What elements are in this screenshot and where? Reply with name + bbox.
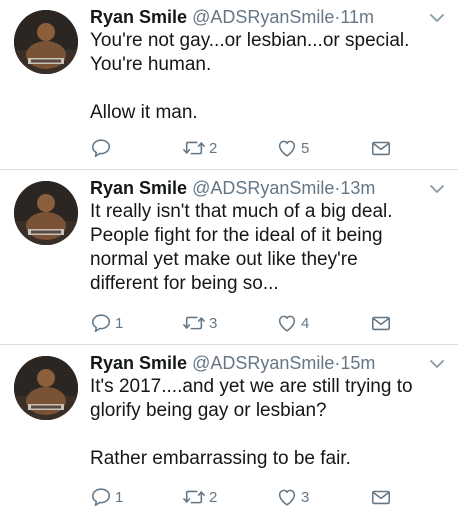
reply-count: 1 <box>115 488 124 506</box>
like-count: 3 <box>301 488 310 506</box>
tweet-text: It's 2017....and yet we are still trying… <box>90 375 446 471</box>
like-count: 4 <box>301 314 310 332</box>
retweet-button[interactable]: 2 <box>182 135 217 161</box>
avatar[interactable] <box>14 181 78 245</box>
envelope-icon <box>371 490 391 505</box>
chevron-down-icon[interactable] <box>429 358 445 370</box>
user-handle[interactable]: @ADSRyanSmile <box>192 178 334 198</box>
tweet[interactable]: Ryan Smile @ADSRyanSmile·11m You're not … <box>0 0 458 170</box>
like-button[interactable]: 4 <box>276 310 309 336</box>
timestamp[interactable]: 13m <box>340 178 375 198</box>
tweet-text: It really isn't that much of a big deal.… <box>90 200 446 296</box>
direct-message-button[interactable] <box>370 135 392 161</box>
tweet-header: Ryan Smile @ADSRyanSmile·13m <box>90 176 375 200</box>
reply-icon <box>91 488 111 507</box>
tweet-line: It's 2017....and yet we are still trying… <box>90 376 413 397</box>
display-name[interactable]: Ryan Smile <box>90 178 187 198</box>
avatar-image <box>14 181 78 245</box>
tweet-line: It really isn't that much of a big deal. <box>90 201 393 222</box>
user-handle[interactable]: @ADSRyanSmile <box>192 353 334 373</box>
tweet-text: You're not gay...or lesbian...or special… <box>90 29 446 125</box>
avatar-image <box>14 10 78 74</box>
envelope-icon <box>371 141 391 156</box>
tweet-line: Rather embarrassing to be fair. <box>90 448 351 469</box>
chevron-down-icon[interactable] <box>429 183 445 195</box>
envelope-icon <box>371 316 391 331</box>
tweet-header: Ryan Smile @ADSRyanSmile·11m <box>90 5 374 29</box>
tweet-line: You're human. <box>90 54 212 75</box>
tweet-line: glorify being gay or lesbian? <box>90 400 327 421</box>
retweet-icon <box>183 316 205 330</box>
like-button[interactable]: 5 <box>276 135 309 161</box>
tweet-line: People fight for the ideal of it being <box>90 225 383 246</box>
retweet-icon <box>183 141 205 155</box>
user-handle[interactable]: @ADSRyanSmile <box>192 7 334 27</box>
tweet-line: You're not gay...or lesbian...or special… <box>90 30 410 51</box>
tweet-actions: 2 5 <box>90 135 400 161</box>
tweet[interactable]: Ryan Smile @ADSRyanSmile·13m It really i… <box>0 171 458 345</box>
retweet-count: 2 <box>209 139 218 157</box>
tweet-actions: 1 2 3 <box>90 484 400 510</box>
reply-button[interactable]: 1 <box>90 310 123 336</box>
direct-message-button[interactable] <box>370 310 392 336</box>
heart-icon <box>278 489 296 506</box>
display-name[interactable]: Ryan Smile <box>90 7 187 27</box>
reply-count: 1 <box>115 314 124 332</box>
retweet-icon <box>183 490 205 504</box>
avatar-image <box>14 356 78 420</box>
retweet-button[interactable]: 2 <box>182 484 217 510</box>
like-count: 5 <box>301 139 310 157</box>
retweet-button[interactable]: 3 <box>182 310 217 336</box>
chevron-down-icon[interactable] <box>429 12 445 24</box>
tweet-line: different for being so... <box>90 273 279 294</box>
tweet[interactable]: Ryan Smile @ADSRyanSmile·15m It's 2017..… <box>0 346 458 512</box>
timestamp[interactable]: 11m <box>340 7 374 27</box>
reply-icon <box>91 139 111 158</box>
direct-message-button[interactable] <box>370 484 392 510</box>
tweet-header: Ryan Smile @ADSRyanSmile·15m <box>90 351 375 375</box>
retweet-count: 3 <box>209 314 218 332</box>
tweet-actions: 1 3 4 <box>90 310 400 336</box>
retweet-count: 2 <box>209 488 218 506</box>
avatar[interactable] <box>14 356 78 420</box>
timestamp[interactable]: 15m <box>340 353 375 373</box>
reply-icon <box>91 314 111 333</box>
tweet-line: normal yet make out like they're <box>90 249 358 270</box>
heart-icon <box>278 315 296 332</box>
tweet-line: Allow it man. <box>90 102 198 123</box>
reply-button[interactable] <box>90 135 115 161</box>
heart-icon <box>278 140 296 157</box>
avatar[interactable] <box>14 10 78 74</box>
display-name[interactable]: Ryan Smile <box>90 353 187 373</box>
like-button[interactable]: 3 <box>276 484 309 510</box>
reply-button[interactable]: 1 <box>90 484 123 510</box>
